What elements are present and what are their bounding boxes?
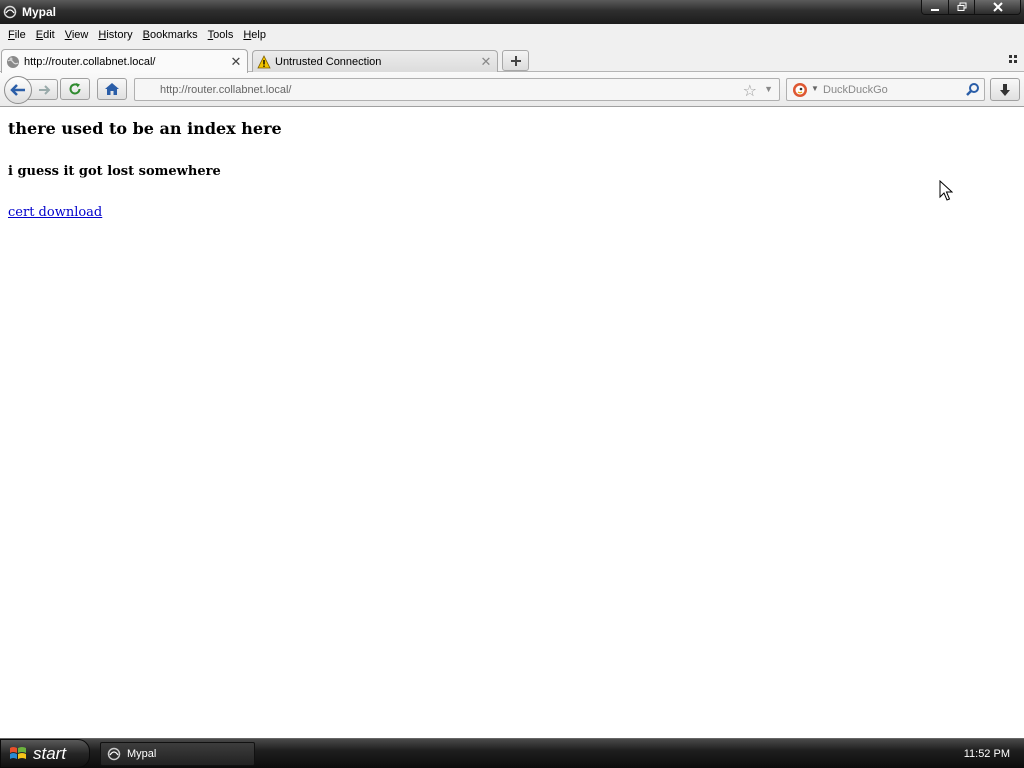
mypal-app-icon — [107, 747, 121, 761]
close-tab-icon[interactable]: ✕ — [228, 54, 244, 70]
window-controls — [921, 0, 1021, 15]
reload-button[interactable] — [60, 78, 90, 100]
close-tab-icon[interactable]: ✕ — [478, 54, 494, 70]
search-bar[interactable]: ▼ DuckDuckGo — [786, 78, 985, 101]
start-button[interactable]: start — [0, 739, 90, 768]
back-arrow-icon — [10, 84, 25, 96]
menu-bar: File Edit View History Bookmarks Tools H… — [0, 24, 1024, 46]
menu-view[interactable]: View — [65, 29, 89, 41]
window-title: Mypal — [22, 5, 57, 19]
plus-icon — [510, 55, 521, 66]
menu-history[interactable]: History — [98, 29, 132, 41]
taskbar-item-label: Mypal — [127, 748, 157, 760]
navigation-toolbar: http://router.collabnet.local/ ☆ ▼ ▼ Duc… — [0, 72, 1024, 107]
duckduckgo-icon[interactable] — [792, 82, 808, 98]
home-icon — [105, 83, 119, 95]
downloads-button[interactable] — [990, 78, 1020, 101]
bookmark-star-icon[interactable]: ☆ — [743, 81, 757, 101]
window-titlebar[interactable]: Mypal — [0, 0, 1024, 24]
search-engine-dropdown-icon[interactable]: ▼ — [811, 84, 819, 93]
system-tray: 11:52 PM — [934, 739, 1024, 768]
tab-router[interactable]: http://router.collabnet.local/ ✕ — [1, 49, 248, 73]
tab-label: http://router.collabnet.local/ — [24, 55, 156, 68]
cert-download-link[interactable]: cert download — [8, 205, 102, 220]
menu-file[interactable]: File — [8, 29, 26, 41]
forward-arrow-icon — [39, 84, 51, 95]
menu-help[interactable]: Help — [243, 29, 266, 41]
minimize-button[interactable] — [922, 0, 948, 14]
list-all-tabs-icon[interactable] — [1008, 54, 1018, 64]
page-heading: there used to be an index here — [8, 119, 282, 138]
tab-strip: http://router.collabnet.local/ ✕ Untrust… — [0, 46, 1024, 73]
new-tab-button[interactable] — [502, 50, 529, 71]
mypal-app-icon — [3, 5, 17, 19]
minimize-icon — [931, 9, 939, 11]
menu-bookmarks[interactable]: Bookmarks — [143, 29, 198, 41]
page-content: there used to be an index here i guess i… — [0, 108, 1024, 738]
search-input[interactable]: DuckDuckGo — [823, 84, 888, 96]
menu-edit[interactable]: Edit — [36, 29, 55, 41]
restore-button[interactable] — [948, 0, 974, 14]
address-bar-url: http://router.collabnet.local/ — [160, 84, 292, 96]
back-forward-group — [4, 76, 58, 104]
windows-logo-icon — [10, 746, 26, 759]
taskbar: start Mypal 11:52 PM — [0, 738, 1024, 768]
address-bar[interactable]: http://router.collabnet.local/ ☆ ▼ — [134, 78, 780, 101]
tab-untrusted-connection[interactable]: Untrusted Connection ✕ — [252, 50, 498, 72]
close-window-button[interactable] — [974, 0, 1020, 14]
home-button[interactable] — [97, 78, 127, 100]
download-arrow-icon — [1000, 83, 1010, 96]
start-label: start — [33, 743, 67, 763]
history-dropdown-icon[interactable]: ▼ — [764, 84, 773, 94]
reload-icon — [69, 83, 81, 95]
search-icon[interactable] — [965, 82, 980, 97]
tab-label: Untrusted Connection — [275, 55, 382, 68]
page-subheading: i guess it got lost somewhere — [8, 164, 221, 179]
mouse-cursor-icon — [939, 180, 953, 201]
warning-icon — [257, 54, 271, 68]
menu-tools[interactable]: Tools — [208, 29, 234, 41]
back-button[interactable] — [4, 76, 32, 104]
close-icon — [992, 2, 1003, 12]
globe-icon — [7, 55, 19, 68]
clock[interactable]: 11:52 PM — [964, 748, 1010, 760]
restore-icon — [957, 2, 966, 11]
taskbar-item-mypal[interactable]: Mypal — [100, 742, 255, 766]
